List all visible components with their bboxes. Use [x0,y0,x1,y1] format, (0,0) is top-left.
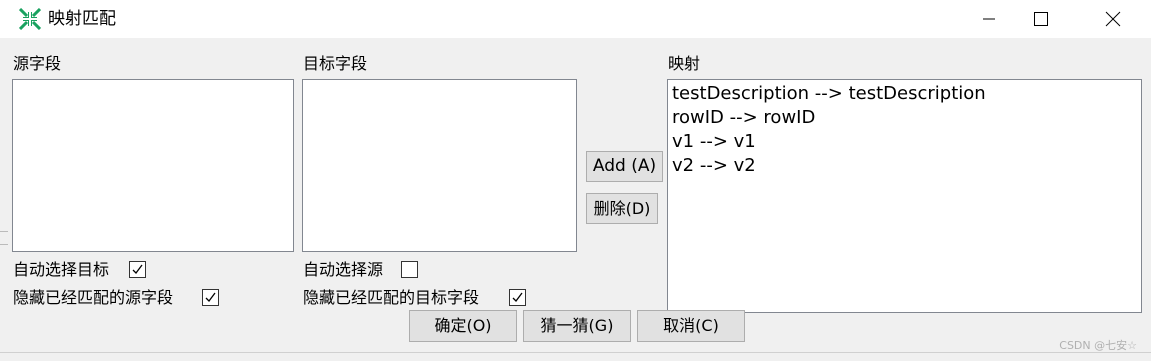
hide-matched-target-checkbox[interactable] [509,289,526,306]
list-item[interactable]: testDescription --> testDescription [668,82,1141,106]
checkmark-icon [512,292,523,302]
list-item[interactable]: v1 --> v1 [668,130,1141,154]
maximize-icon [1034,12,1048,26]
watermark-text: CSDN @七安☆ [1059,339,1137,352]
minimize-icon [983,18,995,20]
checkmark-icon [132,264,143,274]
auto-select-target-label: 自动选择目标 [13,260,110,279]
delete-mapping-button[interactable]: 删除(D) [586,193,658,224]
auto-select-source-checkbox[interactable] [401,261,418,278]
guess-button[interactable]: 猜一猜(G) [523,310,631,342]
checkmark-icon [205,292,216,302]
cancel-button[interactable]: 取消(C) [637,310,745,342]
left-edge-artifact [0,231,8,245]
source-fields-label: 源字段 [13,54,62,73]
mapping-arrows-icon [19,8,41,30]
mapping-label: 映射 [668,54,701,73]
ok-button[interactable]: 确定(O) [409,310,517,342]
minimize-button[interactable] [966,0,1012,38]
window-title: 映射匹配 [48,9,116,29]
list-item[interactable]: rowID --> rowID [668,106,1141,130]
target-fields-list[interactable] [302,79,577,252]
title-bar[interactable]: 映射匹配 [0,0,1151,38]
mapping-dialog: 映射匹配 源字段 自动选择目标 隐藏已经匹配的源字段 目标字段 自动选择源 隐藏… [0,0,1151,353]
target-fields-label: 目标字段 [303,54,368,73]
auto-select-target-checkbox[interactable] [129,261,146,278]
source-fields-list[interactable] [12,79,294,252]
hide-matched-source-checkbox[interactable] [202,289,219,306]
close-icon [1105,11,1121,27]
auto-select-source-label: 自动选择源 [303,260,384,279]
hide-matched-target-label: 隐藏已经匹配的目标字段 [303,288,480,307]
mapping-list[interactable]: testDescription --> testDescription rowI… [667,79,1142,313]
list-item[interactable]: v2 --> v2 [668,154,1141,178]
add-mapping-button[interactable]: Add (A) [586,151,663,182]
hide-matched-source-label: 隐藏已经匹配的源字段 [13,288,174,307]
maximize-button[interactable] [1018,0,1064,38]
close-button[interactable] [1090,0,1136,38]
